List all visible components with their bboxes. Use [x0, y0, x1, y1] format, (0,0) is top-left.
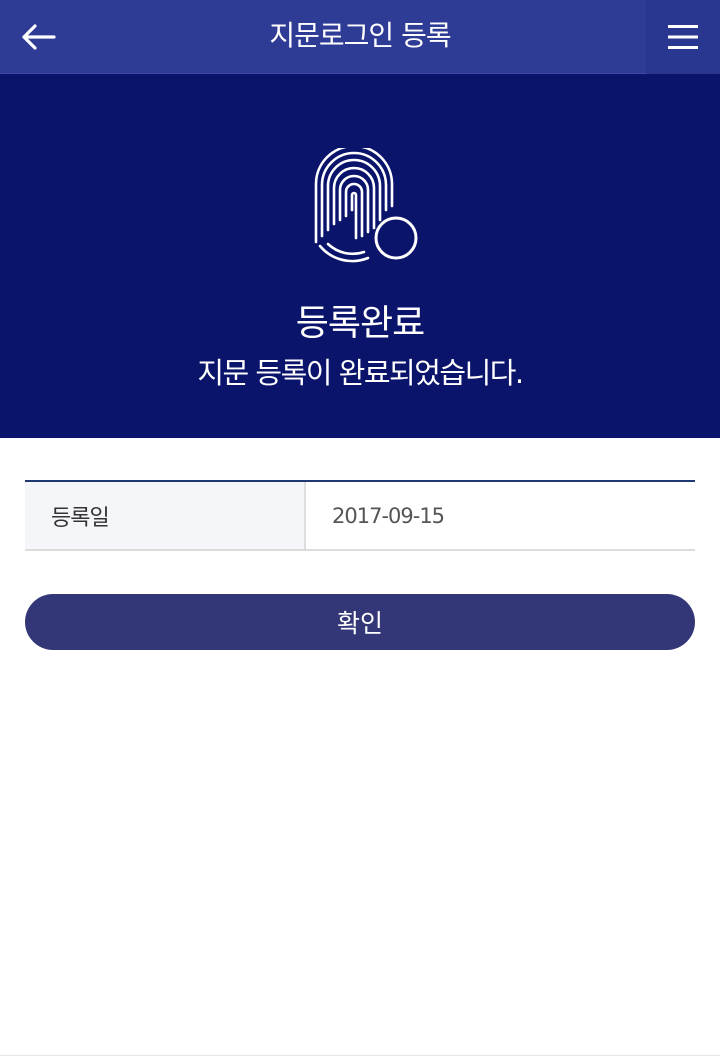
completion-message: 지문 등록이 완료되었습니다. — [197, 356, 524, 390]
page-title: 지문로그인 등록 — [269, 19, 451, 52]
menu-button[interactable] — [646, 0, 720, 74]
completion-banner: 등록완료 지문 등록이 완료되었습니다. — [0, 74, 720, 438]
registration-info-row: 등록일 2017-09-15 — [25, 480, 695, 551]
top-app-bar: 지문로그인 등록 — [0, 0, 720, 74]
hamburger-menu-icon — [668, 25, 698, 49]
registration-date-value: 2017-09-15 — [332, 503, 445, 528]
bottom-divider — [0, 1055, 720, 1056]
completion-title: 등록완료 — [295, 303, 425, 344]
back-button[interactable] — [14, 15, 62, 59]
registration-date-label: 등록일 — [25, 482, 306, 549]
arrow-left-icon — [22, 24, 56, 50]
confirm-button[interactable]: 확인 — [25, 594, 695, 650]
fingerprint-icon — [314, 148, 418, 263]
